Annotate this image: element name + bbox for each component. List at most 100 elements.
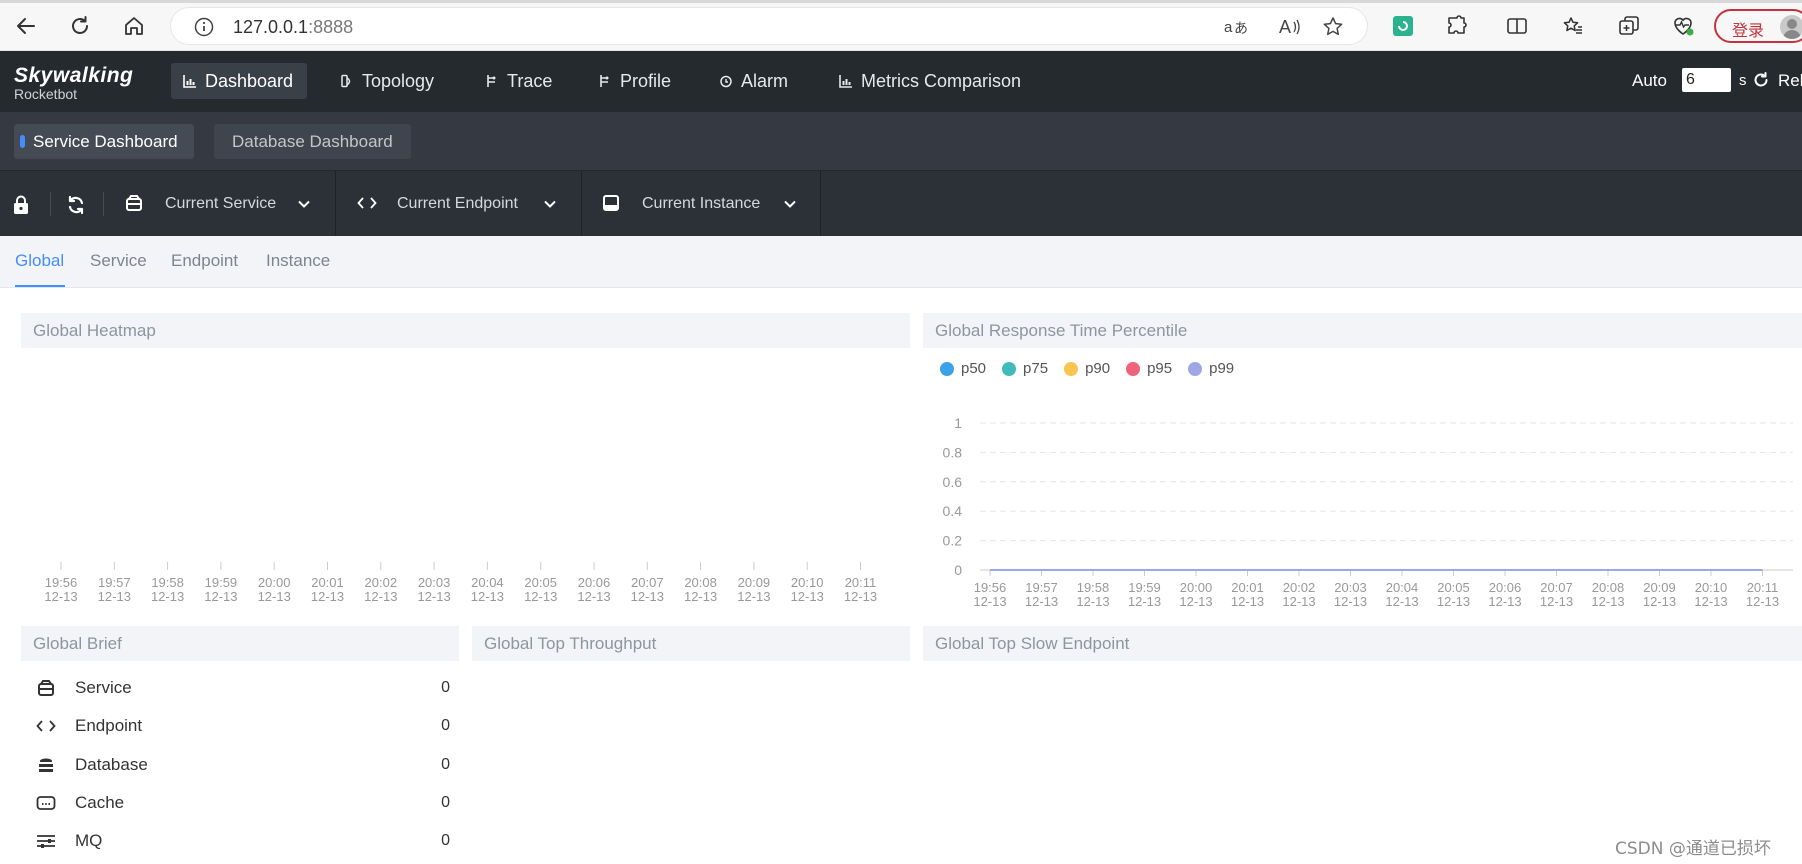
x-tick-label-time: 20:02 [365, 575, 398, 590]
x-tick-label-date: 12-13 [1385, 594, 1418, 609]
topology-icon [340, 74, 354, 88]
window-top-edge [0, 0, 1802, 3]
brief-item-mq: MQ 0 [34, 828, 450, 854]
reload-label[interactable]: Rel [1778, 71, 1802, 91]
x-tick-label-time: 20:06 [1489, 580, 1522, 595]
legend-item-p99[interactable]: p99 [1188, 360, 1234, 377]
login-label: 登录 [1732, 21, 1765, 40]
address-bar[interactable]: 127.0.0.1:8888 aあ A [170, 7, 1368, 45]
current-endpoint-label: Current Endpoint [397, 195, 518, 212]
nav-topology[interactable]: Topology [328, 63, 448, 99]
extension-button[interactable] [1388, 11, 1418, 41]
selector-divider [50, 192, 51, 216]
brief-item-database: Database 0 [34, 752, 450, 778]
x-tick-label-time: 20:03 [1334, 580, 1367, 595]
x-tick-label-date: 12-13 [1128, 594, 1161, 609]
selector-divider [103, 192, 104, 216]
favorites-button[interactable] [1558, 11, 1588, 41]
heatmap-panel-title: Global Heatmap [21, 313, 910, 348]
extension-green-icon [1393, 16, 1413, 36]
auto-refresh-interval-input[interactable] [1682, 68, 1731, 92]
nav-trace[interactable]: Trace [473, 63, 566, 99]
brief-item-value: 0 [441, 756, 450, 773]
scope-tabs: Global Service Endpoint Instance [0, 236, 1802, 288]
x-tick-label-time: 19:57 [98, 575, 131, 590]
legend-dot [1064, 361, 1079, 376]
x-tick-label-date: 12-13 [417, 589, 450, 604]
nav-metrics-comparison[interactable]: Metrics Comparison [827, 63, 1035, 99]
logo-subtitle: Rocketbot [14, 86, 78, 102]
legend-item-p90[interactable]: p90 [1064, 360, 1110, 377]
endpoint-icon [34, 718, 58, 734]
read-aloud-icon[interactable]: A [1277, 16, 1301, 38]
percentile-line-chart: 00.20.40.60.8119:5612-1319:5712-1319:581… [943, 415, 1793, 609]
x-tick-label-date: 12-13 [98, 589, 131, 604]
x-tick-label-time: 20:07 [631, 575, 664, 590]
reload-page-button[interactable] [65, 11, 95, 41]
current-instance-label: Current Instance [642, 195, 761, 212]
favorite-star-icon[interactable] [1321, 15, 1345, 39]
x-tick-label-time: 20:00 [258, 575, 291, 590]
login-button[interactable]: 登录 [1714, 9, 1802, 43]
tab-service-dashboard[interactable]: Service Dashboard [14, 124, 194, 159]
x-tick-label-time: 20:07 [1540, 580, 1573, 595]
x-tick-label-date: 12-13 [1643, 594, 1676, 609]
x-tick-label-date: 12-13 [1540, 594, 1573, 609]
tab-service[interactable]: Service [90, 251, 147, 271]
info-icon[interactable] [193, 16, 215, 38]
chevron-down-icon [298, 200, 310, 208]
chart-icon [183, 74, 197, 88]
extensions-button[interactable] [1442, 11, 1472, 41]
brief-item-name: Cache [75, 793, 125, 812]
back-arrow-icon [17, 18, 35, 34]
legend-dot [1188, 361, 1203, 376]
alarm-icon [719, 74, 733, 88]
nav-profile[interactable]: Profile [586, 63, 685, 99]
x-tick-label-time: 19:59 [205, 575, 238, 590]
active-tab-indicator [15, 285, 65, 287]
legend-label: p75 [1023, 360, 1049, 377]
legend-item-p75[interactable]: p75 [1002, 360, 1048, 377]
brief-item-endpoint: Endpoint 0 [34, 713, 450, 739]
collections-button[interactable] [1614, 11, 1644, 41]
legend-dot [1126, 361, 1141, 376]
x-tick-label-time: 20:09 [738, 575, 771, 590]
puzzle-icon [1448, 15, 1467, 34]
browser-essentials-button[interactable] [1668, 11, 1698, 41]
lock-icon[interactable] [12, 195, 30, 215]
x-tick-label-date: 12-13 [737, 589, 770, 604]
reload-icon[interactable] [1752, 71, 1770, 89]
instance-icon [603, 195, 619, 211]
current-service-label: Current Service [165, 195, 277, 212]
legend-label: p90 [1085, 360, 1111, 377]
browser-toolbar: 127.0.0.1:8888 aあ A 登录 [0, 0, 1802, 51]
x-tick-label-date: 12-13 [1076, 594, 1109, 609]
home-button[interactable] [119, 11, 149, 41]
tab-endpoint[interactable]: Endpoint [171, 251, 238, 271]
back-button[interactable] [11, 11, 41, 41]
x-tick-label-date: 12-13 [44, 589, 77, 604]
app-logo[interactable]: Skywalking Rocketbot [14, 64, 133, 102]
sync-icon[interactable] [66, 195, 86, 215]
x-tick-label-time: 20:08 [1592, 580, 1625, 595]
x-tick-label-date: 12-13 [1591, 594, 1624, 609]
chevron-down-icon [784, 200, 796, 208]
y-tick-label: 0.8 [943, 444, 963, 460]
y-tick-label: 0 [954, 562, 962, 578]
tab-global[interactable]: Global [15, 251, 64, 271]
nav-alarm[interactable]: Alarm [707, 63, 802, 99]
brief-panel-title: Global Brief [21, 626, 459, 661]
logo-title: Skywalking [14, 64, 134, 87]
tab-instance[interactable]: Instance [266, 251, 330, 271]
legend-item-p50[interactable]: p50 [940, 360, 986, 377]
nav-dashboard[interactable]: Dashboard [171, 63, 308, 99]
brief-item-name: Database [75, 755, 148, 774]
tab-database-dashboard[interactable]: Database Dashboard [214, 124, 411, 159]
x-tick-label-time: 20:04 [1386, 580, 1419, 595]
legend-item-p95[interactable]: p95 [1126, 360, 1172, 377]
x-tick-label-time: 20:04 [471, 575, 504, 590]
split-screen-button[interactable] [1502, 11, 1532, 41]
translate-icon[interactable]: aあ [1223, 16, 1247, 38]
chart-icon [839, 74, 853, 88]
selector-bar: Current Service Current Endpoint Current… [0, 170, 1802, 237]
